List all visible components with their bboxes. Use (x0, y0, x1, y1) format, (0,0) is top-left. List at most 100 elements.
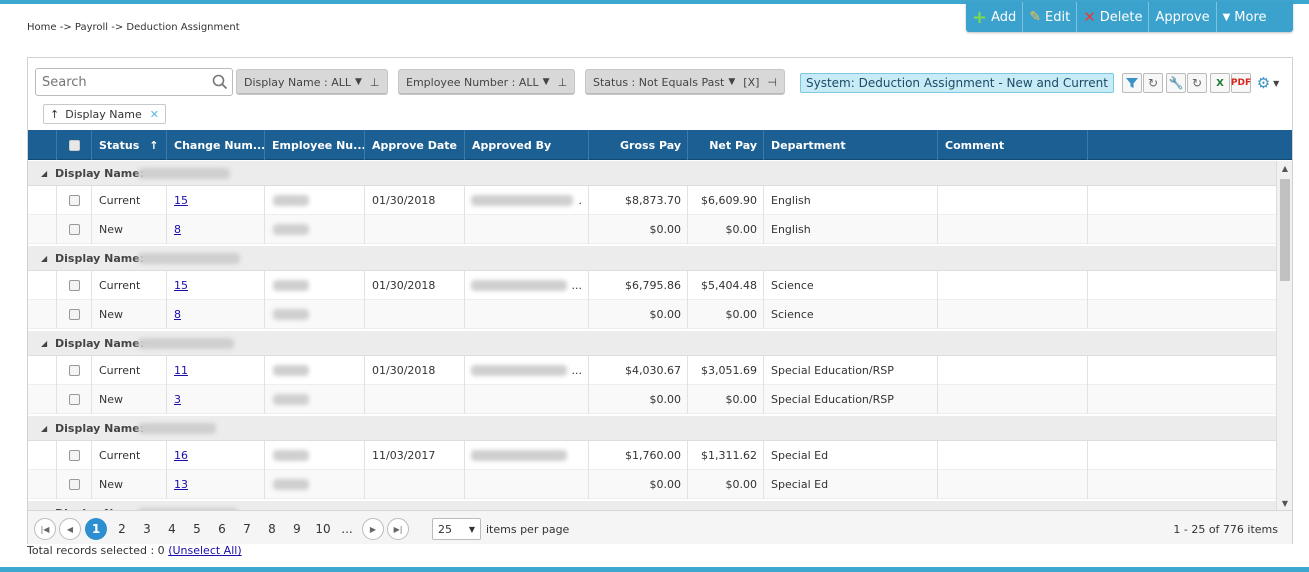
wrench-icon[interactable]: 🔧 (1166, 73, 1186, 93)
group-header-row[interactable]: ◢ Display Name: (28, 161, 1276, 186)
change-number-link[interactable]: 8 (174, 308, 181, 321)
table-row[interactable]: New 8 $0.00 $0.00 English (28, 215, 1276, 244)
page-number[interactable]: 10 (311, 518, 335, 540)
pin-icon[interactable]: ⊥ (558, 76, 568, 89)
group-by-chip[interactable]: ↑ Display Name ✕ (43, 104, 166, 124)
table-row[interactable]: New 8 $0.00 $0.00 Science (28, 300, 1276, 329)
status-filter-clear[interactable]: [X] (743, 76, 759, 89)
row-checkbox[interactable] (68, 365, 80, 376)
system-view-selector[interactable]: System: Deduction Assignment - New and C… (800, 73, 1114, 93)
change-number-link[interactable]: 15 (174, 194, 188, 207)
row-checkbox[interactable] (68, 195, 80, 206)
first-page-icon[interactable]: |◀ (34, 518, 56, 540)
employee-number-filter[interactable]: Employee Number : ALL ▼ ⊥ (398, 69, 576, 95)
comment-cell (937, 441, 1087, 470)
page-number-current[interactable]: 1 (85, 518, 107, 540)
delete-button[interactable]: ✕ Delete (1077, 2, 1150, 32)
filter-icon[interactable] (1122, 73, 1142, 93)
select-all-checkbox[interactable] (68, 139, 80, 151)
scrollbar-thumb[interactable] (1280, 179, 1290, 281)
row-checkbox[interactable] (68, 224, 80, 235)
search-input[interactable] (36, 69, 206, 95)
page-number[interactable]: 5 (186, 518, 208, 540)
change-number-link[interactable]: 3 (174, 393, 181, 406)
close-icon[interactable]: ✕ (150, 108, 159, 121)
table-row[interactable]: New 3 $0.00 $0.00 Special Education/RSP (28, 385, 1276, 414)
change-number-link[interactable]: 8 (174, 223, 181, 236)
redacted-employee-number (273, 365, 309, 376)
table-row[interactable]: Current 15 01/30/2018 . $8,873.70 $6,609… (28, 186, 1276, 215)
collapse-triangle-icon[interactable]: ◢ (41, 339, 47, 348)
department-cell: English (763, 215, 937, 244)
unselect-all-link[interactable]: (Unselect All) (168, 544, 241, 557)
page-number[interactable]: 7 (236, 518, 258, 540)
next-page-icon[interactable]: ▶ (362, 518, 384, 540)
pin-icon[interactable]: ⊥ (370, 76, 380, 89)
row-checkbox[interactable] (68, 280, 80, 291)
column-employee-number[interactable]: Employee Nu... (264, 130, 364, 160)
group-header-row[interactable]: ◢ Display Name: (28, 501, 1276, 510)
pin-icon[interactable]: ⊣ (767, 76, 777, 89)
change-number-link[interactable]: 13 (174, 478, 188, 491)
scroll-down-icon[interactable]: ▼ (1277, 496, 1293, 510)
page-number[interactable]: 8 (261, 518, 283, 540)
employee-number-cell (264, 385, 364, 414)
page-number[interactable]: 9 (286, 518, 308, 540)
approved-by-text: ... (571, 364, 583, 377)
row-checkbox[interactable] (68, 479, 80, 490)
page-size-value: 25 (438, 522, 452, 536)
select-all-checkbox-cell (56, 130, 91, 160)
reset-filter-icon[interactable]: ↻ (1143, 73, 1163, 93)
group-header-row[interactable]: ◢ Display Name: (28, 246, 1276, 271)
column-approved-by[interactable]: Approved By (464, 130, 588, 160)
column-status[interactable]: Status ↑ (91, 130, 166, 160)
scroll-up-icon[interactable]: ▲ (1277, 161, 1293, 175)
collapse-triangle-icon[interactable]: ◢ (41, 254, 47, 263)
table-row[interactable]: New 13 $0.00 $0.00 Special Ed (28, 470, 1276, 499)
more-pages[interactable]: ... (336, 518, 358, 540)
group-header-row[interactable]: ◢ Display Name: (28, 331, 1276, 356)
page-number[interactable]: 4 (161, 518, 183, 540)
comment-cell (937, 271, 1087, 300)
change-number-link[interactable]: 16 (174, 449, 188, 462)
column-department[interactable]: Department (763, 130, 937, 160)
settings-menu[interactable]: ⚙ ▼ (1252, 73, 1284, 93)
page-size-select[interactable]: 25 ▼ (432, 518, 481, 540)
page-number[interactable]: 2 (111, 518, 133, 540)
display-name-filter[interactable]: Display Name : ALL ▼ ⊥ (236, 69, 388, 95)
table-row[interactable]: Current 16 11/03/2017 $1,760.00 $1,311.6… (28, 441, 1276, 470)
net-pay-cell: $6,609.90 (687, 186, 763, 215)
status-filter[interactable]: Status : Not Equals Past ▼ [X] ⊣ (585, 69, 786, 95)
add-button[interactable]: + Add (966, 2, 1024, 32)
group-header-row[interactable]: ◢ Display Name: (28, 416, 1276, 441)
comment-cell (937, 300, 1087, 329)
comment-cell (937, 215, 1087, 244)
pdf-export-icon[interactable]: PDF (1231, 73, 1251, 93)
column-approve-date[interactable]: Approve Date (364, 130, 464, 160)
column-gross-pay[interactable]: Gross Pay (588, 130, 687, 160)
status-cell: New (91, 300, 166, 329)
approve-button[interactable]: Approve (1149, 2, 1217, 32)
change-number-link[interactable]: 11 (174, 364, 188, 377)
column-change-number[interactable]: Change Num... (166, 130, 264, 160)
table-row[interactable]: Current 15 01/30/2018 ... $6,795.86 $5,4… (28, 271, 1276, 300)
edit-button[interactable]: ✎ Edit (1023, 2, 1078, 32)
change-number-link[interactable]: 15 (174, 279, 188, 292)
collapse-triangle-icon[interactable]: ◢ (41, 424, 47, 433)
column-comment[interactable]: Comment (937, 130, 1087, 160)
row-checkbox[interactable] (68, 309, 80, 320)
more-button[interactable]: ▼ More (1217, 2, 1273, 32)
previous-page-icon[interactable]: ◀ (59, 518, 81, 540)
search-icon[interactable] (212, 74, 228, 90)
vertical-scrollbar[interactable]: ▲ ▼ (1276, 161, 1292, 510)
last-page-icon[interactable]: ▶| (387, 518, 409, 540)
excel-export-icon[interactable]: X (1210, 73, 1230, 93)
refresh-icon[interactable]: ↻ (1187, 73, 1207, 93)
collapse-triangle-icon[interactable]: ◢ (41, 169, 47, 178)
column-net-pay[interactable]: Net Pay (687, 130, 763, 160)
row-checkbox[interactable] (68, 450, 80, 461)
page-number[interactable]: 6 (211, 518, 233, 540)
row-checkbox[interactable] (68, 394, 80, 405)
table-row[interactable]: Current 11 01/30/2018 ... $4,030.67 $3,0… (28, 356, 1276, 385)
page-number[interactable]: 3 (136, 518, 158, 540)
